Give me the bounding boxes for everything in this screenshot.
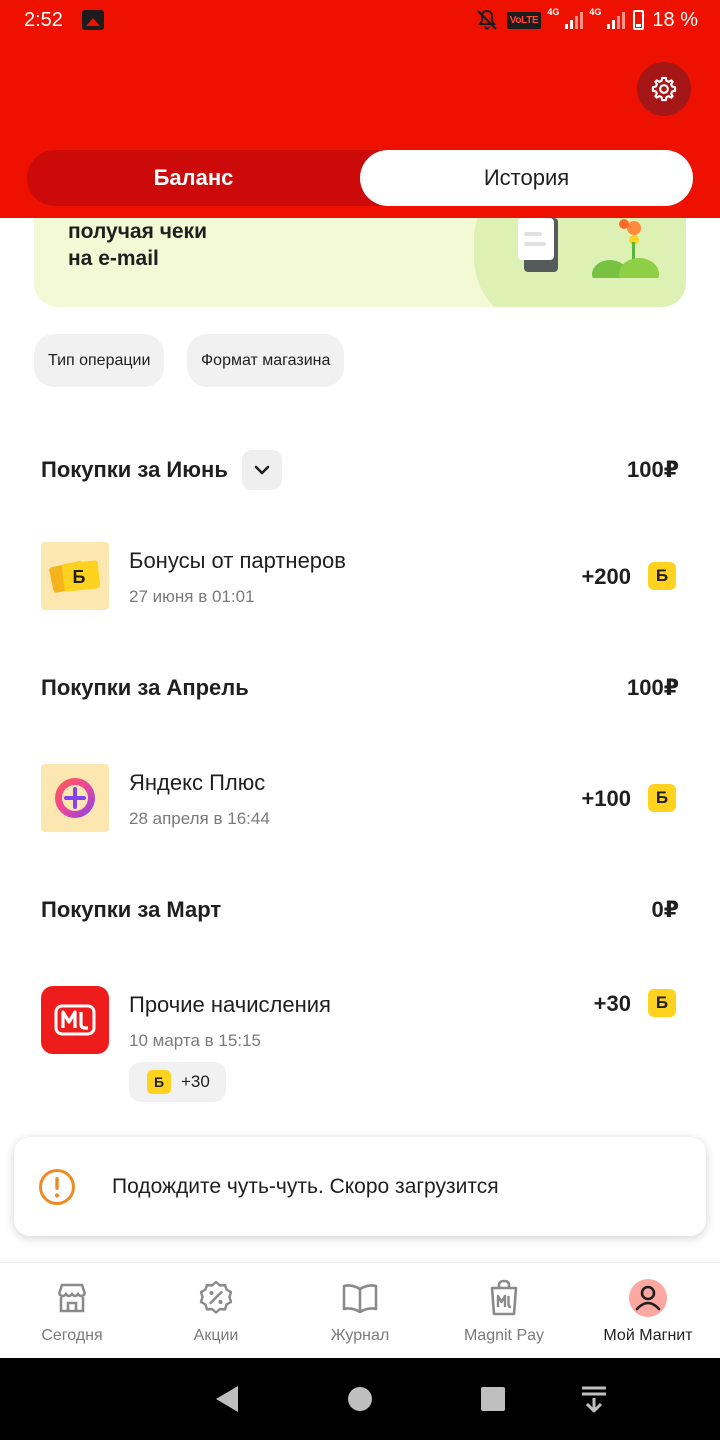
promo-line-1: получая чеки	[68, 220, 207, 243]
e-receipt-promo-banner[interactable]: получая чеки на e-mail	[34, 218, 686, 307]
discount-icon	[197, 1279, 235, 1317]
back-button[interactable]	[210, 1383, 242, 1415]
section-title: Покупки за Март	[41, 897, 222, 922]
bonus-detail-amount: +30	[181, 1072, 210, 1091]
nav-journal[interactable]: Журнал	[288, 1263, 432, 1359]
bottom-navigation: Сегодня Акции Журнал Magnit Pay Мой Магн…	[0, 1262, 720, 1358]
warning-icon	[39, 1168, 75, 1205]
operation-date: 28 апреля в 16:44	[129, 809, 270, 828]
operation-row[interactable]: Прочие начисления 10 марта в 15:15 +30 Б…	[41, 986, 679, 1106]
status-indicators: VoLTE 4G 4G 18 %	[475, 7, 698, 32]
toast-message: Подождите чуть-чуть. Скоро загрузится	[112, 1174, 499, 1198]
network-type-label-2: 4G	[589, 7, 602, 17]
operation-row[interactable]: Яндекс Плюс 28 апреля в 16:44 +100 Б	[41, 764, 679, 834]
loading-toast: Подождите чуть-чуть. Скоро загрузится	[14, 1137, 706, 1236]
operation-amount: +30	[593, 991, 631, 1016]
operation-title: Яндекс Плюс	[129, 770, 266, 795]
nav-today[interactable]: Сегодня	[0, 1263, 144, 1359]
yandex-plus-icon	[41, 764, 109, 832]
promo-line-2: на e-mail	[68, 247, 159, 270]
battery-icon	[633, 10, 645, 30]
operation-amount: +100	[581, 786, 631, 811]
operation-title: Прочие начисления	[129, 992, 331, 1017]
header: 2:52 VoLTE 4G 4G 18 % Баланс История	[0, 0, 720, 218]
svg-text:Б: Б	[73, 567, 86, 587]
operation-date: 10 марта в 15:15	[129, 1031, 261, 1050]
balance-history-switch: Баланс История	[27, 150, 693, 206]
section-header-april: Покупки за Апрель 100₽	[41, 668, 679, 708]
bonus-badge: Б	[648, 989, 676, 1017]
section-title: Покупки за Апрель	[41, 675, 249, 700]
back-triangle-icon	[216, 1386, 238, 1412]
operation-row[interactable]: Б Бонусы от партнеров 27 июня в 01:01 +2…	[41, 542, 679, 612]
filter-operation-type[interactable]: Тип операции	[34, 334, 165, 387]
bonus-badge: Б	[648, 562, 676, 590]
operation-amount: +200	[581, 564, 631, 589]
gallery-notification-icon	[82, 10, 104, 30]
app-screen: 2:52 VoLTE 4G 4G 18 % Баланс История пол…	[0, 0, 720, 1440]
status-bar: 2:52 VoLTE 4G 4G 18 %	[0, 0, 720, 42]
magnit-pay-icon	[485, 1279, 523, 1317]
promo-text: получая чеки на e-mail	[68, 218, 207, 272]
store-icon	[53, 1279, 91, 1317]
nav-label: Журнал	[330, 1327, 390, 1344]
nav-label: Мой Магнит	[603, 1327, 693, 1344]
nav-my-magnit[interactable]: Мой Магнит	[576, 1263, 720, 1359]
nav-promotions[interactable]: Акции	[144, 1263, 288, 1359]
chevron-down-icon	[254, 465, 270, 475]
notifications-off-icon	[477, 9, 497, 30]
section-header-march: Покупки за Март 0₽	[41, 890, 679, 930]
bonus-detail-chip: Б +30	[129, 1062, 226, 1102]
notification-drawer-button[interactable]	[578, 1383, 610, 1415]
section-header-june[interactable]: Покупки за Июнь 100₽	[41, 450, 679, 490]
network-type-label: 4G	[547, 7, 560, 17]
book-icon	[341, 1279, 379, 1317]
recents-button[interactable]	[477, 1383, 509, 1415]
section-total: 100₽	[626, 457, 679, 482]
settings-button[interactable]	[637, 62, 691, 116]
status-time: 2:52	[24, 9, 63, 31]
section-title: Покупки за Июнь	[41, 457, 228, 482]
section-total: 100₽	[626, 675, 679, 700]
section-total: 0₽	[651, 897, 679, 922]
receipt-flower-illustration	[518, 218, 659, 278]
month-select-button[interactable]	[241, 450, 282, 490]
home-button[interactable]	[344, 1383, 376, 1415]
operation-title: Бонусы от партнеров	[129, 548, 346, 573]
nav-magnit-pay[interactable]: Magnit Pay	[432, 1263, 576, 1359]
bonus-badge: Б	[648, 784, 676, 812]
profile-icon	[629, 1279, 667, 1317]
gear-icon	[651, 76, 677, 102]
bonus-badge: Б	[147, 1070, 171, 1094]
operation-date: 27 июня в 01:01	[129, 587, 255, 606]
arrow-down-lines-icon	[582, 1386, 606, 1413]
magnit-logo-icon	[41, 986, 109, 1054]
signal-strength-icon-2: 4G	[589, 7, 626, 29]
volte-indicator: VoLTE	[506, 11, 542, 29]
signal-strength-icon: 4G	[547, 7, 584, 29]
tab-balance[interactable]: Баланс	[27, 150, 360, 206]
nav-label: Акции	[193, 1327, 239, 1344]
tab-history[interactable]: История	[360, 150, 693, 206]
filter-store-format[interactable]: Формат магазина	[187, 334, 345, 387]
system-navigation-bar	[0, 1358, 720, 1440]
nav-label: Сегодня	[41, 1327, 103, 1344]
battery-level: 18 %	[652, 8, 698, 31]
recents-square-icon	[481, 1387, 505, 1411]
home-circle-icon	[348, 1387, 372, 1411]
nav-label: Magnit Pay	[463, 1327, 545, 1344]
partner-bonus-icon: Б	[41, 542, 109, 610]
